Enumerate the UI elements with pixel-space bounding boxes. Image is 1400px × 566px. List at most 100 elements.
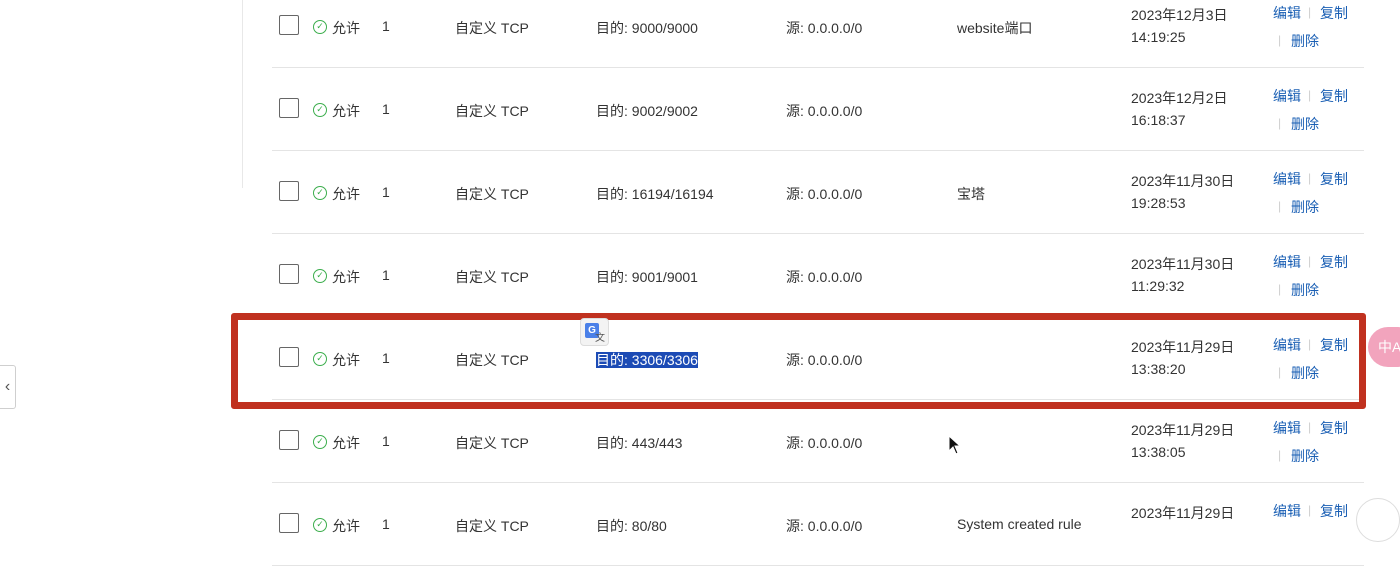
divider: | bbox=[1278, 448, 1282, 462]
delete-link[interactable]: 删除 bbox=[1291, 197, 1319, 217]
rule-source: 源: 0.0.0.0/0 bbox=[786, 518, 863, 534]
edit-link[interactable]: 编辑 bbox=[1273, 252, 1301, 272]
check-circle-icon: ✓ bbox=[313, 269, 327, 283]
copy-link[interactable]: 复制 bbox=[1320, 501, 1348, 521]
check-circle-icon: ✓ bbox=[313, 186, 327, 200]
rule-destination: 目的: 9000/9000 bbox=[596, 18, 698, 38]
row-checkbox[interactable] bbox=[279, 15, 299, 35]
table-row: ✓ 允许 1 自定义 TCP 目的: 443/443 源: 0.0.0.0/0 … bbox=[272, 400, 1364, 483]
delete-link[interactable]: 删除 bbox=[1291, 114, 1319, 134]
delete-link[interactable]: 删除 bbox=[1291, 363, 1319, 383]
check-circle-icon: ✓ bbox=[313, 435, 327, 449]
rule-protocol: 自定义 TCP bbox=[455, 103, 529, 119]
dest-prefix: 目的: bbox=[596, 435, 632, 451]
rule-priority: 1 bbox=[382, 101, 390, 117]
dest-port: 9002/9002 bbox=[631, 103, 698, 119]
rule-time: 2023年11月30日 19:28:53 bbox=[1131, 170, 1234, 214]
rule-protocol: 自定义 TCP bbox=[455, 20, 529, 36]
rule-protocol: 自定义 TCP bbox=[455, 352, 529, 368]
row-checkbox[interactable] bbox=[279, 98, 299, 118]
divider: | bbox=[1308, 5, 1312, 19]
rule-priority: 1 bbox=[382, 18, 390, 34]
dest-prefix: 目的: bbox=[596, 518, 632, 534]
rule-destination: 目的: 3306/3306 bbox=[596, 350, 698, 370]
divider: | bbox=[1308, 88, 1312, 102]
copy-link[interactable]: 复制 bbox=[1320, 252, 1348, 272]
divider: | bbox=[1278, 365, 1282, 379]
chevron-left-icon: ‹ bbox=[4, 378, 11, 395]
divider: | bbox=[1308, 337, 1312, 351]
divider: | bbox=[1278, 282, 1282, 296]
copy-link[interactable]: 复制 bbox=[1320, 169, 1348, 189]
row-checkbox[interactable] bbox=[279, 430, 299, 450]
edit-link[interactable]: 编辑 bbox=[1273, 86, 1301, 106]
rule-protocol: 自定义 TCP bbox=[455, 518, 529, 534]
divider: | bbox=[1308, 171, 1312, 185]
rule-action: 允许 bbox=[332, 269, 360, 285]
row-checkbox[interactable] bbox=[279, 513, 299, 533]
dest-port: 443/443 bbox=[631, 435, 683, 451]
rule-priority: 1 bbox=[382, 433, 390, 449]
rule-date: 2023年11月30日 bbox=[1131, 256, 1235, 272]
translate-zh-icon: 文 bbox=[595, 333, 605, 344]
edit-link[interactable]: 编辑 bbox=[1273, 501, 1301, 521]
rule-priority: 1 bbox=[382, 516, 390, 532]
rule-action: 允许 bbox=[332, 435, 360, 451]
copy-link[interactable]: 复制 bbox=[1320, 3, 1348, 23]
rule-date: 2023年11月30日 bbox=[1131, 173, 1235, 189]
row-checkbox[interactable] bbox=[279, 347, 299, 367]
rule-date: 2023年11月29日 bbox=[1131, 339, 1235, 355]
check-circle-icon: ✓ bbox=[313, 20, 327, 34]
rule-destination: 目的: 9002/9002 bbox=[596, 101, 698, 121]
dest-prefix: 目的: bbox=[596, 103, 632, 119]
rule-action: 允许 bbox=[332, 352, 360, 368]
check-circle-icon: ✓ bbox=[313, 103, 327, 117]
divider: | bbox=[1278, 116, 1282, 130]
delete-link[interactable]: 删除 bbox=[1291, 446, 1319, 466]
delete-link[interactable]: 删除 bbox=[1291, 280, 1319, 300]
rule-date: 2023年12月3日 bbox=[1131, 7, 1228, 23]
edit-link[interactable]: 编辑 bbox=[1273, 169, 1301, 189]
rule-date: 2023年12月2日 bbox=[1131, 90, 1228, 106]
mouse-cursor-icon bbox=[948, 435, 962, 455]
rule-clock: 13:38:05 bbox=[1131, 444, 1186, 460]
check-circle-icon: ✓ bbox=[313, 352, 327, 366]
dest-prefix: 目的: bbox=[596, 352, 632, 368]
edit-link[interactable]: 编辑 bbox=[1273, 335, 1301, 355]
sidebar-collapse-button[interactable]: ‹ bbox=[0, 365, 16, 409]
rule-protocol: 自定义 TCP bbox=[455, 435, 529, 451]
dest-port-selected: 3306/3306 bbox=[631, 352, 698, 368]
dest-port: 9001/9001 bbox=[631, 269, 698, 285]
dest-prefix: 目的: bbox=[596, 186, 632, 202]
corner-tool-button[interactable] bbox=[1356, 498, 1400, 542]
copy-link[interactable]: 复制 bbox=[1320, 86, 1348, 106]
rule-priority: 1 bbox=[382, 267, 390, 283]
rule-time: 2023年11月29日 bbox=[1131, 502, 1234, 524]
rule-time: 2023年11月30日 11:29:32 bbox=[1131, 253, 1234, 297]
rule-time: 2023年11月29日 13:38:20 bbox=[1131, 336, 1234, 380]
google-translate-popup-button[interactable]: G 文 bbox=[580, 318, 609, 346]
divider: | bbox=[1278, 33, 1282, 47]
row-checkbox[interactable] bbox=[279, 181, 299, 201]
edit-link[interactable]: 编辑 bbox=[1273, 3, 1301, 23]
copy-link[interactable]: 复制 bbox=[1320, 418, 1348, 438]
rule-source: 源: 0.0.0.0/0 bbox=[786, 352, 863, 368]
language-float-button[interactable]: 中A bbox=[1368, 327, 1400, 367]
rule-clock: 11:29:32 bbox=[1131, 278, 1185, 294]
rule-priority: 1 bbox=[382, 350, 390, 366]
dest-prefix: 目的: bbox=[596, 20, 632, 36]
edit-link[interactable]: 编辑 bbox=[1273, 418, 1301, 438]
rule-destination: 目的: 443/443 bbox=[596, 433, 682, 453]
rule-clock: 14:19:25 bbox=[1131, 29, 1186, 45]
rule-time: 2023年11月29日 13:38:05 bbox=[1131, 419, 1234, 463]
rule-date: 2023年11月29日 bbox=[1131, 505, 1235, 521]
rule-description: website端口 bbox=[957, 20, 1033, 36]
rule-source: 源: 0.0.0.0/0 bbox=[786, 435, 863, 451]
delete-link[interactable]: 删除 bbox=[1291, 31, 1319, 51]
copy-link[interactable]: 复制 bbox=[1320, 335, 1348, 355]
rule-time: 2023年12月2日 16:18:37 bbox=[1131, 87, 1228, 131]
divider: | bbox=[1308, 254, 1312, 268]
row-checkbox[interactable] bbox=[279, 264, 299, 284]
rule-destination: 目的: 80/80 bbox=[596, 516, 667, 536]
divider: | bbox=[1278, 199, 1282, 213]
